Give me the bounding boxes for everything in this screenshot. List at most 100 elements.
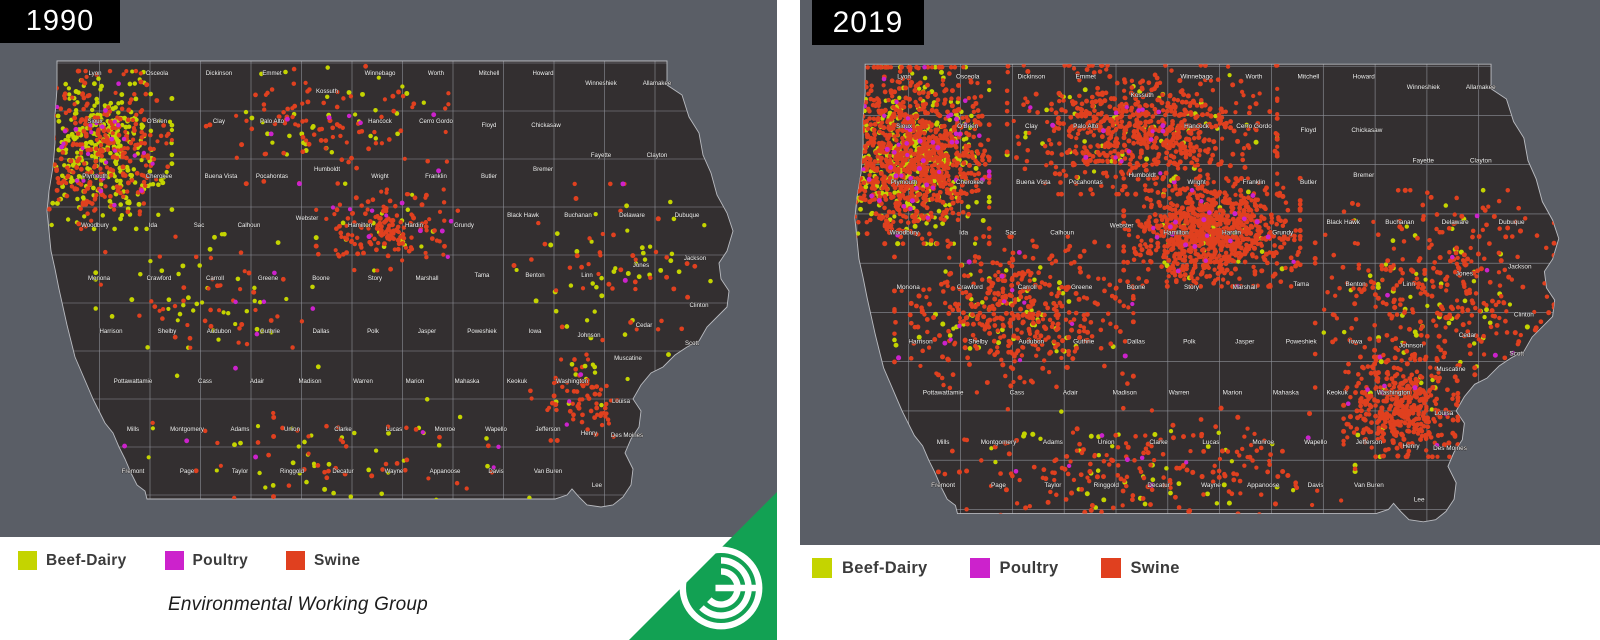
facility-dot-swine xyxy=(860,159,865,164)
facility-dot-poultry xyxy=(917,138,923,144)
facility-dot-poultry xyxy=(85,151,91,157)
legend-item-swine[interactable]: Swine xyxy=(286,551,360,570)
county-label: Davis xyxy=(488,468,503,475)
facility-dot-swine xyxy=(1240,236,1245,241)
facility-dot-swine xyxy=(529,257,534,262)
facility-dot-swine xyxy=(1033,91,1039,97)
iowa-map-2019[interactable]: Lyon Osceola Dickinson Emmet Kossuth Winnebag… xyxy=(834,58,1594,530)
county-label: Jefferson xyxy=(536,426,561,433)
facility-dot-swine xyxy=(1219,284,1224,289)
facility-dot-swine xyxy=(164,141,169,146)
county-label: Allamakee xyxy=(643,80,672,87)
facility-dot-swine xyxy=(1408,379,1413,384)
facility-dot-swine xyxy=(933,92,938,97)
facility-dot-swine xyxy=(354,235,360,241)
county-label: Clinton xyxy=(690,302,709,309)
facility-dot-beef-dairy xyxy=(658,267,664,273)
year-badge-1990: 1990 xyxy=(0,0,120,43)
facility-dot-swine xyxy=(1347,414,1354,420)
facility-dot-swine xyxy=(927,120,932,125)
facility-dot-beef-dairy xyxy=(1082,87,1088,93)
facility-dot-poultry xyxy=(1151,225,1156,231)
facility-dot-swine xyxy=(71,141,76,146)
facility-dot-swine xyxy=(1244,236,1249,242)
facility-dot-swine xyxy=(542,241,548,247)
facility-dot-beef-dairy xyxy=(373,107,378,113)
facility-dot-poultry xyxy=(1192,244,1198,249)
facility-dot-swine xyxy=(391,236,397,242)
facility-dot-swine xyxy=(854,241,858,247)
facility-dot-swine xyxy=(1090,103,1096,109)
facility-dot-swine xyxy=(122,173,128,179)
facility-dot-swine xyxy=(1275,112,1280,117)
facility-dot-swine xyxy=(383,461,389,467)
facility-dot-swine xyxy=(1182,107,1188,113)
facility-dot-swine xyxy=(1391,410,1397,417)
county-label: Linn xyxy=(581,272,593,279)
facility-dot-swine xyxy=(567,265,573,270)
facility-dot-poultry xyxy=(861,167,866,172)
facility-dot-swine xyxy=(875,117,881,123)
county-label: Jackson xyxy=(684,255,706,262)
facility-dot-swine xyxy=(1201,138,1207,144)
legend-item-poultry[interactable]: Poultry xyxy=(164,551,249,570)
facility-dot-swine xyxy=(1096,144,1101,149)
facility-dot-poultry xyxy=(1136,108,1142,113)
facility-dot-swine xyxy=(1151,143,1157,148)
county-label: Pottawattamie xyxy=(114,378,153,385)
facility-dot-swine xyxy=(944,190,950,195)
facility-dot-swine xyxy=(1233,252,1239,258)
facility-dot-beef-dairy xyxy=(169,152,175,158)
facility-dot-swine xyxy=(1240,157,1246,163)
facility-dot-swine xyxy=(567,408,573,414)
facility-dot-swine xyxy=(942,300,948,306)
facility-dot-swine xyxy=(424,254,429,260)
facility-dot-swine xyxy=(337,202,343,207)
facility-dot-swine xyxy=(1376,370,1381,376)
facility-dot-swine xyxy=(1079,101,1085,107)
facility-dot-swine xyxy=(1227,163,1233,169)
facility-dot-swine xyxy=(172,334,178,340)
facility-dot-beef-dairy xyxy=(554,231,560,236)
facility-dot-swine xyxy=(1149,124,1155,130)
facility-dot-swine xyxy=(604,383,609,389)
facility-dot-beef-dairy xyxy=(181,302,186,308)
facility-dot-swine xyxy=(1235,218,1241,224)
facility-dot-swine xyxy=(134,170,140,176)
facility-dot-swine xyxy=(59,181,64,186)
iowa-map-1990[interactable]: Lyon Osceola Dickinson Emmet Kossuth Winnebag… xyxy=(27,55,767,515)
facility-dot-swine xyxy=(1208,157,1214,162)
facility-dot-swine xyxy=(940,78,946,83)
facility-dot-poultry xyxy=(924,182,930,188)
facility-dot-swine xyxy=(894,160,900,166)
facility-dot-swine xyxy=(1295,260,1300,266)
facility-dot-swine xyxy=(1195,185,1201,191)
facility-dot-swine xyxy=(1198,284,1204,289)
facility-dot-swine xyxy=(970,103,976,109)
facility-dot-swine xyxy=(1412,427,1418,432)
county-label: Clay xyxy=(213,118,226,125)
facility-dot-beef-dairy xyxy=(936,208,942,214)
legend-item-beef-dairy[interactable]: Beef-Dairy xyxy=(18,551,127,570)
facility-dot-swine xyxy=(1213,123,1219,129)
facility-dot-swine xyxy=(923,197,929,203)
facility-dot-beef-dairy xyxy=(47,129,51,134)
facility-dot-beef-dairy xyxy=(174,373,180,379)
ewg-logo-1990[interactable] xyxy=(608,492,777,640)
facility-dot-beef-dairy xyxy=(109,314,115,319)
facility-dot-swine xyxy=(108,194,113,199)
facility-dot-swine xyxy=(432,228,437,233)
facility-dot-swine xyxy=(1119,187,1125,193)
facility-dot-beef-dairy xyxy=(270,483,276,488)
facility-dot-swine xyxy=(1135,121,1140,126)
facility-dot-swine xyxy=(1135,234,1140,239)
facility-dot-swine xyxy=(879,120,885,125)
facility-dot-swine xyxy=(846,186,851,191)
facility-dot-swine xyxy=(938,216,944,221)
facility-dot-poultry xyxy=(1207,210,1212,215)
facility-dot-swine xyxy=(925,175,931,180)
facility-dot-swine xyxy=(1455,390,1461,396)
facility-dot-beef-dairy xyxy=(366,467,372,473)
facility-dot-beef-dairy xyxy=(360,91,365,97)
facility-dot-swine xyxy=(1188,112,1194,117)
